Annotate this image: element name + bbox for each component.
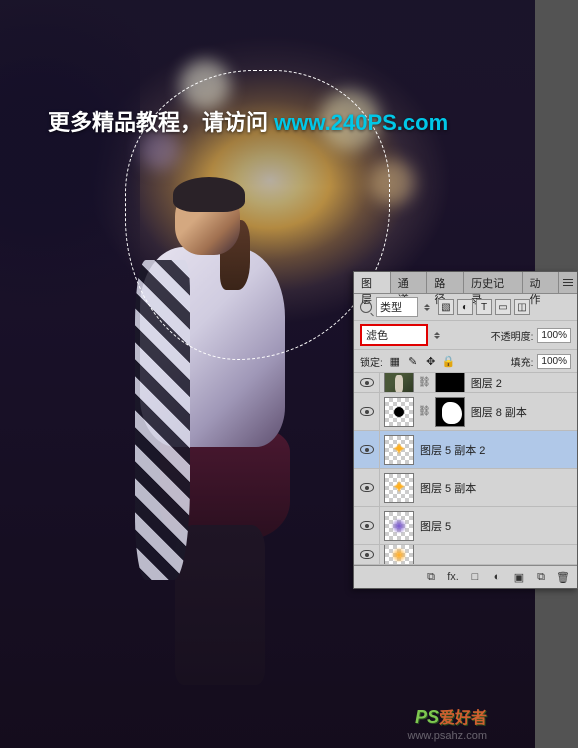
panel-footer: ⧉ fx. □ ◐ ▣ ⧉ 🗑 [354, 565, 577, 588]
promo-overlay-text: 更多精品教程，请访问 www.240PS.com [48, 105, 448, 137]
layer-thumbnail[interactable] [384, 545, 414, 565]
bokeh-highlight [370, 160, 415, 205]
eye-icon [360, 407, 374, 416]
eye-icon [360, 550, 374, 559]
promo-link: www.240PS.com [274, 110, 448, 135]
add-mask-button[interactable]: □ [465, 569, 485, 585]
trash-icon: 🗑 [556, 571, 570, 584]
layer-item[interactable]: ⛓ 图层 2 [354, 373, 577, 393]
layer-fx-button[interactable]: fx. [443, 569, 463, 585]
eye-icon [360, 521, 374, 530]
visibility-toggle[interactable] [354, 393, 380, 430]
figure-hat [173, 177, 245, 212]
thumbnail-content [391, 547, 407, 563]
tab-actions[interactable]: 动作 [523, 272, 560, 293]
link-layers-button[interactable]: ⧉ [421, 569, 441, 585]
mask-icon: □ [472, 571, 479, 583]
layer-mask-thumbnail[interactable] [435, 397, 465, 427]
layer-thumbnail[interactable] [384, 373, 414, 393]
visibility-toggle[interactable] [354, 545, 380, 564]
lock-transparency-icon[interactable]: ▦ [387, 353, 403, 369]
layer-item[interactable]: 图层 5 [354, 507, 577, 545]
panel-tabs: 图层 通道 路径 历史记录 动作 [354, 272, 577, 294]
layer-name[interactable]: 图层 2 [471, 375, 502, 391]
lock-position-icon[interactable]: ✥ [423, 353, 439, 369]
layer-item[interactable]: ✦ 图层 5 副本 [354, 469, 577, 507]
fill-input[interactable]: 100% [537, 354, 571, 369]
visibility-toggle[interactable] [354, 431, 380, 468]
thumbnail-content [394, 407, 404, 417]
layer-thumbnail[interactable]: ✦ [384, 473, 414, 503]
lock-icon-group: ▦ ✎ ✥ 🔒 [387, 353, 457, 369]
opacity-input[interactable]: 100% [537, 328, 571, 343]
lock-label: 锁定: [360, 354, 383, 369]
lock-row: 锁定: ▦ ✎ ✥ 🔒 填充: 100% [354, 350, 577, 373]
figure-scarf [135, 260, 190, 580]
dropdown-caret-icon [422, 301, 432, 314]
filter-type-dropdown[interactable]: 类型 [376, 297, 418, 317]
adjust-icon: ◐ [494, 571, 501, 583]
thumbnail-content: ✦ [391, 439, 406, 460]
filter-pixel-icon[interactable]: ▧ [438, 299, 454, 315]
folder-icon: ▣ [514, 571, 524, 584]
eye-icon [360, 378, 374, 387]
promo-text-cn: 更多精品教程，请访问 [48, 110, 274, 135]
layer-thumbnail[interactable] [384, 397, 414, 427]
layer-name[interactable]: 图层 5 副本 [420, 480, 476, 496]
layer-name[interactable]: 图层 8 副本 [471, 404, 527, 420]
visibility-toggle[interactable] [354, 469, 380, 506]
filter-adjustment-icon[interactable]: ◐ [457, 299, 473, 315]
eye-icon [360, 445, 374, 454]
layer-item[interactable]: ⛓ 图层 8 副本 [354, 393, 577, 431]
eye-icon [360, 483, 374, 492]
lock-all-icon[interactable]: 🔒 [441, 353, 457, 369]
lock-pixels-icon[interactable]: ✎ [405, 353, 421, 369]
subject-figure [105, 185, 305, 685]
adjustment-layer-button[interactable]: ◐ [487, 569, 507, 585]
new-icon: ⧉ [537, 571, 545, 584]
link-icon: ⧉ [427, 571, 435, 584]
thumbnail-content: ✦ [391, 477, 406, 498]
delete-layer-button[interactable]: 🗑 [553, 569, 573, 585]
layers-list: ⛓ 图层 2 ⛓ 图层 8 副本 ✦ 图层 5 副本 2 [354, 373, 577, 565]
layer-item-selected[interactable]: ✦ 图层 5 副本 2 [354, 431, 577, 469]
layer-filter-row: 类型 ▧ ◐ T ▭ ◫ [354, 294, 577, 321]
layer-item[interactable] [354, 545, 577, 565]
blend-mode-dropdown[interactable]: 滤色 [360, 324, 428, 346]
layer-name[interactable]: 图层 5 [420, 518, 451, 534]
layer-thumbnail[interactable]: ✦ [384, 435, 414, 465]
filter-type-icon[interactable]: T [476, 299, 492, 315]
tab-history[interactable]: 历史记录 [464, 272, 522, 293]
new-layer-button[interactable]: ⧉ [531, 569, 551, 585]
new-group-button[interactable]: ▣ [509, 569, 529, 585]
thumbnail-content [391, 518, 407, 534]
tab-paths[interactable]: 路径 [427, 272, 464, 293]
search-icon [360, 301, 372, 313]
fill-label: 填充: [511, 354, 534, 369]
bokeh-highlight [180, 60, 230, 110]
mask-link-icon[interactable]: ⛓ [417, 377, 432, 388]
dropdown-caret-icon [432, 329, 442, 342]
figure-legs [175, 525, 265, 685]
layer-name[interactable]: 图层 5 副本 2 [420, 442, 485, 458]
watermark-logo-prefix: PS [415, 707, 439, 727]
filter-icon-group: ▧ ◐ T ▭ ◫ [438, 299, 530, 315]
layer-thumbnail[interactable] [384, 511, 414, 541]
watermark-logo: PS爱好者 [415, 704, 487, 728]
fx-icon: fx. [447, 571, 459, 583]
watermark-logo-cn: 爱好者 [439, 710, 487, 727]
tab-channels[interactable]: 通道 [391, 272, 428, 293]
tab-layers[interactable]: 图层 [354, 272, 391, 293]
layer-mask-thumbnail[interactable] [435, 373, 465, 393]
layers-panel: 图层 通道 路径 历史记录 动作 类型 ▧ ◐ T ▭ ◫ 滤色 不透明度: 1… [353, 271, 578, 589]
mask-link-icon[interactable]: ⛓ [417, 406, 432, 417]
visibility-toggle[interactable] [354, 373, 380, 392]
filter-shape-icon[interactable]: ▭ [495, 299, 511, 315]
panel-menu-button[interactable] [559, 272, 577, 293]
filter-smart-icon[interactable]: ◫ [514, 299, 530, 315]
visibility-toggle[interactable] [354, 507, 380, 544]
blend-mode-row: 滤色 不透明度: 100% [354, 321, 577, 350]
watermark-url: www.psahz.com [408, 730, 487, 742]
opacity-label: 不透明度: [491, 328, 534, 343]
